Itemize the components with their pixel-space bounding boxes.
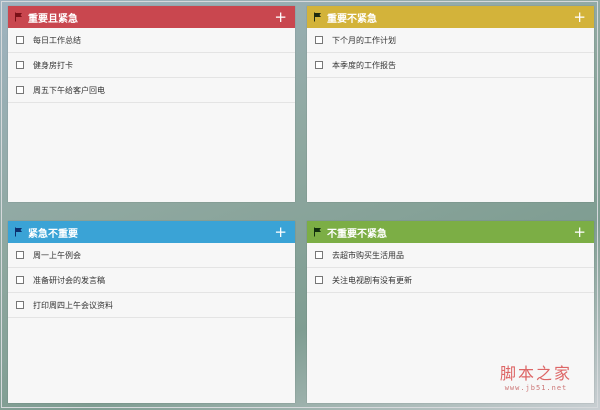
- task-label: 准备研讨会的发言稿: [33, 275, 105, 285]
- checkbox[interactable]: [16, 61, 24, 69]
- checkbox[interactable]: [315, 276, 323, 284]
- quadrant-header: 紧急不重要 +: [8, 221, 295, 243]
- checkbox[interactable]: [315, 36, 323, 44]
- watermark-main: 脚本之家: [499, 364, 572, 383]
- flag-icon: [14, 12, 24, 22]
- quadrant-important-urgent: 重要且紧急 + 每日工作总结 健身房打卡 周五下午给客户回电: [8, 6, 295, 202]
- checkbox[interactable]: [16, 276, 24, 284]
- task-item[interactable]: 每日工作总结: [8, 28, 295, 53]
- checkbox[interactable]: [16, 251, 24, 259]
- task-label: 去超市购买生活用品: [332, 250, 404, 260]
- checkbox[interactable]: [16, 301, 24, 309]
- task-item[interactable]: 打印周四上午会议资料: [8, 293, 295, 318]
- task-label: 周一上午例会: [33, 250, 81, 260]
- quadrant-title: 重要且紧急: [28, 13, 78, 25]
- task-item[interactable]: 准备研讨会的发言稿: [8, 268, 295, 293]
- quadrant-title: 重要不紧急: [327, 13, 377, 25]
- watermark: 脚本之家 www.jb51.net: [500, 360, 572, 392]
- task-label: 下个月的工作计划: [332, 35, 396, 45]
- watermark-sub: www.jb51.net: [504, 384, 568, 392]
- checkbox[interactable]: [16, 86, 24, 94]
- checkbox[interactable]: [16, 36, 24, 44]
- task-item[interactable]: 下个月的工作计划: [307, 28, 594, 53]
- task-label: 每日工作总结: [33, 35, 81, 45]
- flag-icon: [313, 227, 323, 237]
- task-item[interactable]: 健身房打卡: [8, 53, 295, 78]
- task-item[interactable]: 关注电视剧有没有更新: [307, 268, 594, 293]
- quadrant-urgent-not-important: 紧急不重要 + 周一上午例会 准备研讨会的发言稿 打印周四上午会议资料: [8, 221, 295, 403]
- add-task-button[interactable]: +: [573, 9, 586, 25]
- task-label: 关注电视剧有没有更新: [332, 275, 412, 285]
- task-label: 健身房打卡: [33, 60, 73, 70]
- task-item[interactable]: 周一上午例会: [8, 243, 295, 268]
- add-task-button[interactable]: +: [573, 224, 586, 240]
- task-item[interactable]: 去超市购买生活用品: [307, 243, 594, 268]
- flag-icon: [313, 12, 323, 22]
- add-task-button[interactable]: +: [274, 9, 287, 25]
- checkbox[interactable]: [315, 61, 323, 69]
- quadrant-title: 不重要不紧急: [327, 228, 387, 240]
- add-task-button[interactable]: +: [274, 224, 287, 240]
- checkbox[interactable]: [315, 251, 323, 259]
- task-label: 周五下午给客户回电: [33, 85, 105, 95]
- quadrant-header: 不重要不紧急 +: [307, 221, 594, 243]
- quadrant-title: 紧急不重要: [28, 228, 78, 240]
- quadrant-header: 重要不紧急 +: [307, 6, 594, 28]
- task-label: 本季度的工作报告: [332, 60, 396, 70]
- quadrant-important-not-urgent: 重要不紧急 + 下个月的工作计划 本季度的工作报告: [307, 6, 594, 202]
- task-item[interactable]: 本季度的工作报告: [307, 53, 594, 78]
- task-label: 打印周四上午会议资料: [33, 300, 113, 310]
- flag-icon: [14, 227, 24, 237]
- task-item[interactable]: 周五下午给客户回电: [8, 78, 295, 103]
- quadrant-header: 重要且紧急 +: [8, 6, 295, 28]
